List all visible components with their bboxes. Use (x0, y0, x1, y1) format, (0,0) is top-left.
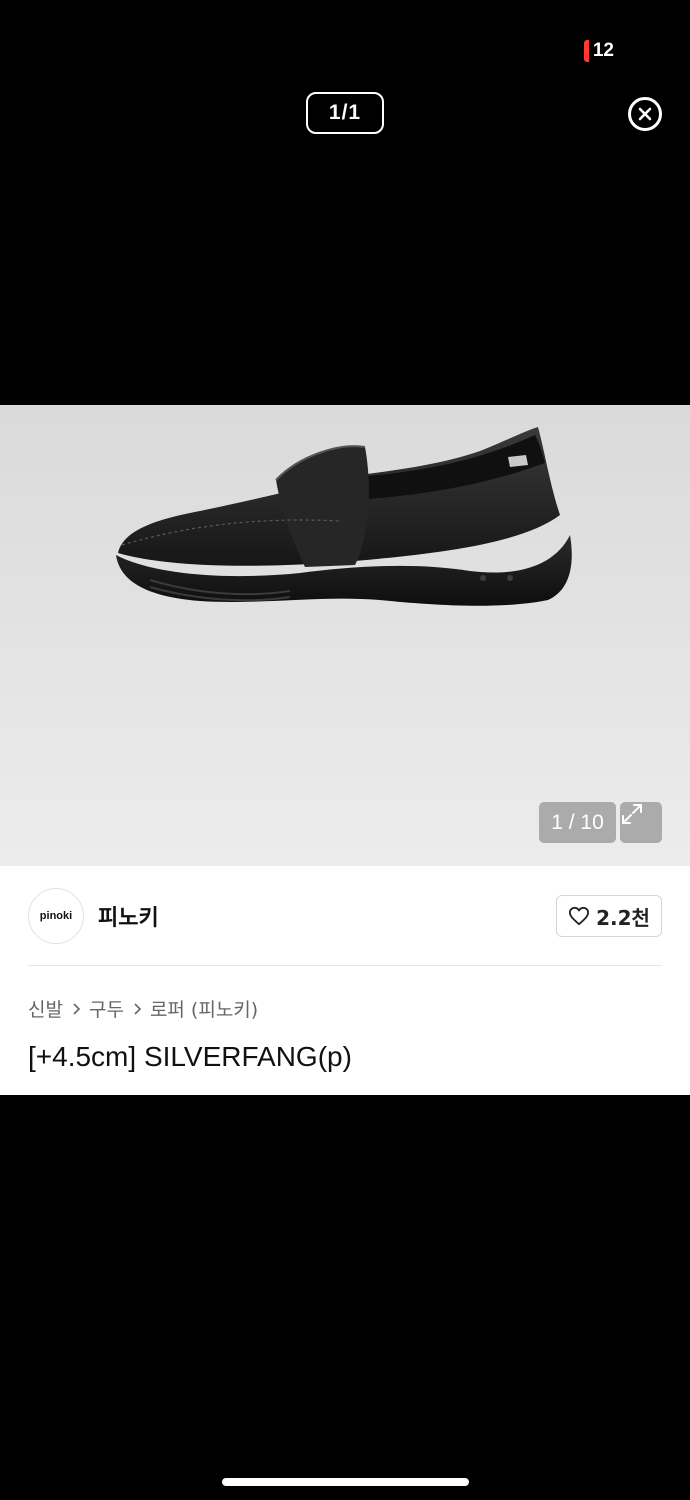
breadcrumb-item[interactable]: 구두 (89, 995, 124, 1022)
loafer-shoe-image (116, 427, 572, 606)
heart-icon (569, 906, 590, 926)
brand-row: pinoki 피노키 2.2천 (28, 888, 662, 944)
like-button[interactable]: 2.2천 (556, 895, 662, 937)
breadcrumb-item[interactable]: 로퍼 (피노키) (150, 995, 258, 1022)
close-icon (638, 107, 652, 121)
breadcrumb: 신발 구두 로퍼 (피노키) (28, 995, 258, 1022)
home-indicator[interactable] (222, 1478, 469, 1486)
image-counter: 1 / 10 (539, 802, 616, 843)
product-title: [+4.5cm] SILVERFANG(p) (28, 1041, 352, 1072)
expand-button[interactable] (620, 802, 662, 843)
battery-level: 12 (592, 40, 614, 61)
like-count: 2.2천 (596, 905, 650, 930)
close-button[interactable] (628, 97, 662, 131)
expand-arrows-icon (622, 804, 642, 824)
chevron-right-icon (134, 1002, 142, 1015)
chevron-right-icon (73, 1002, 81, 1015)
divider (28, 965, 662, 966)
breadcrumb-item[interactable]: 신발 (28, 995, 63, 1022)
status-indicator: 12 (583, 40, 614, 62)
product-image[interactable]: 1 / 10 (0, 405, 690, 866)
brand-name[interactable]: 피노키 (98, 900, 159, 932)
battery-icon (583, 40, 589, 62)
brand-logo[interactable]: pinoki (28, 888, 84, 944)
viewer-page-counter: 1/1 (306, 92, 384, 134)
product-card: 1 / 10 pinoki 피노키 2.2천 신발 구두 로퍼 (피노키) [+… (0, 405, 690, 1095)
